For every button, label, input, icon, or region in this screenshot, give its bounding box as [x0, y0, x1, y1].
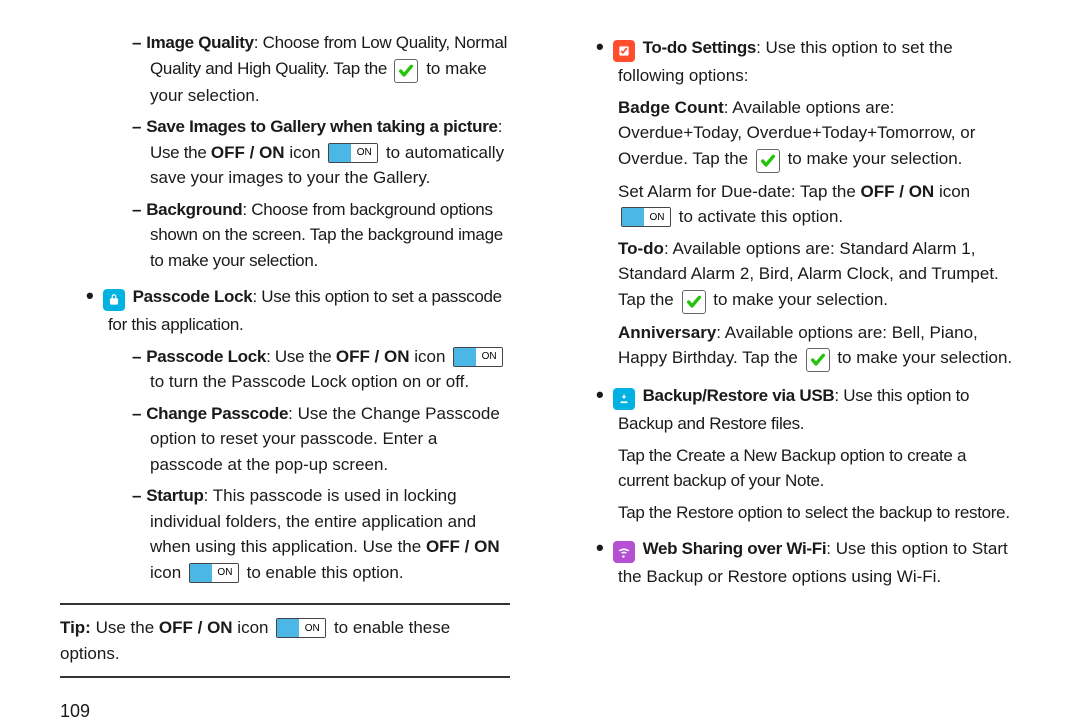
lock-icon [103, 289, 125, 311]
usb-icon [613, 388, 635, 410]
backup-l1: Tap the Create a New Backup option to cr… [570, 443, 1020, 494]
passcode-lock-d1: : Use the [266, 347, 336, 366]
image-quality-item: Image Quality: Choose from Low Quality, … [60, 30, 510, 108]
alarm-d1: Set Alarm for Due-date: Tap the [618, 182, 861, 201]
off-on-text: OFF / ON [861, 182, 935, 201]
todo-d2: to make your selection. [709, 290, 889, 309]
passcode-lock-item: Passcode Lock: Use the OFF / ON icon ON … [60, 344, 510, 395]
startup-item: Startup: This passcode is used in lockin… [60, 483, 510, 585]
todo-alarm-item: To-do: Available options are: Standard A… [570, 236, 1020, 314]
manual-page: Image Quality: Choose from Low Quality, … [0, 0, 1080, 720]
left-column: Image Quality: Choose from Low Quality, … [60, 30, 510, 700]
change-passcode-label: Change Passcode [146, 404, 288, 423]
save-images-d2: icon [285, 143, 326, 162]
toggle-icon: ON [621, 207, 671, 227]
anniversary-item: Anniversary: Available options are: Bell… [570, 320, 1020, 373]
startup-d3: to enable this option. [242, 563, 404, 582]
off-on-text: OFF / ON [159, 618, 233, 637]
passcode-lock-section: Passcode Lock: Use this option to set a … [60, 279, 510, 338]
backup-restore-section: Backup/Restore via USB: Use this option … [570, 378, 1020, 437]
alarm-d2: icon [934, 182, 970, 201]
toggle-icon: ON [453, 347, 503, 367]
checkmark-icon [682, 290, 706, 314]
tip-box: Tip: Use the OFF / ON icon ON to enable … [60, 603, 510, 678]
passcode-lock-d3: to turn the Passcode Lock option on or o… [150, 372, 469, 391]
tip-d1: Use the [91, 618, 159, 637]
page-number: 109 [60, 678, 510, 725]
todo-title: To-do Settings [643, 38, 757, 57]
checkmark-icon [806, 348, 830, 372]
startup-d2: icon [150, 563, 186, 582]
set-alarm-item: Set Alarm for Due-date: Tap the OFF / ON… [570, 179, 1020, 230]
todo-settings-section: To-do Settings: Use this option to set t… [570, 30, 1020, 89]
alarm-d3: to activate this option. [674, 207, 843, 226]
checkmark-icon [756, 149, 780, 173]
wifi-icon [613, 541, 635, 563]
startup-label: Startup [146, 486, 203, 505]
todo-icon [613, 40, 635, 62]
off-on-text: OFF / ON [336, 347, 410, 366]
anniv-label: Anniversary [618, 323, 716, 342]
passcode-title: Passcode Lock [133, 287, 253, 306]
toggle-icon: ON [276, 618, 326, 638]
anniv-d2: to make your selection. [833, 348, 1013, 367]
passcode-lock-label: Passcode Lock [146, 347, 266, 366]
save-images-item: Save Images to Gallery when taking a pic… [60, 114, 510, 191]
background-item: Background: Choose from background optio… [60, 197, 510, 274]
badge-label: Badge Count [618, 98, 724, 117]
tip-d2: icon [233, 618, 274, 637]
background-label: Background [146, 200, 242, 219]
save-images-label: Save Images to Gallery when taking a pic… [146, 117, 498, 136]
wifi-sharing-section: Web Sharing over Wi-Fi: Use this option … [570, 531, 1020, 590]
wifi-title: Web Sharing over Wi-Fi [643, 539, 827, 558]
tip-label: Tip: [60, 618, 91, 637]
off-on-text: OFF / ON [211, 143, 285, 162]
toggle-icon: ON [328, 143, 378, 163]
passcode-lock-d2: icon [410, 347, 451, 366]
backup-title: Backup/Restore via USB [643, 386, 835, 405]
badge-count-item: Badge Count: Available options are: Over… [570, 95, 1020, 173]
off-on-text: OFF / ON [426, 537, 500, 556]
todo-label: To-do [618, 239, 664, 258]
right-column: To-do Settings: Use this option to set t… [570, 30, 1020, 700]
backup-l2: Tap the Restore option to select the bac… [570, 500, 1020, 526]
image-quality-label: Image Quality [146, 33, 254, 52]
checkmark-icon [394, 59, 418, 83]
change-passcode-item: Change Passcode: Use the Change Passcode… [60, 401, 510, 478]
badge-d2: to make your selection. [783, 149, 963, 168]
toggle-icon: ON [189, 563, 239, 583]
